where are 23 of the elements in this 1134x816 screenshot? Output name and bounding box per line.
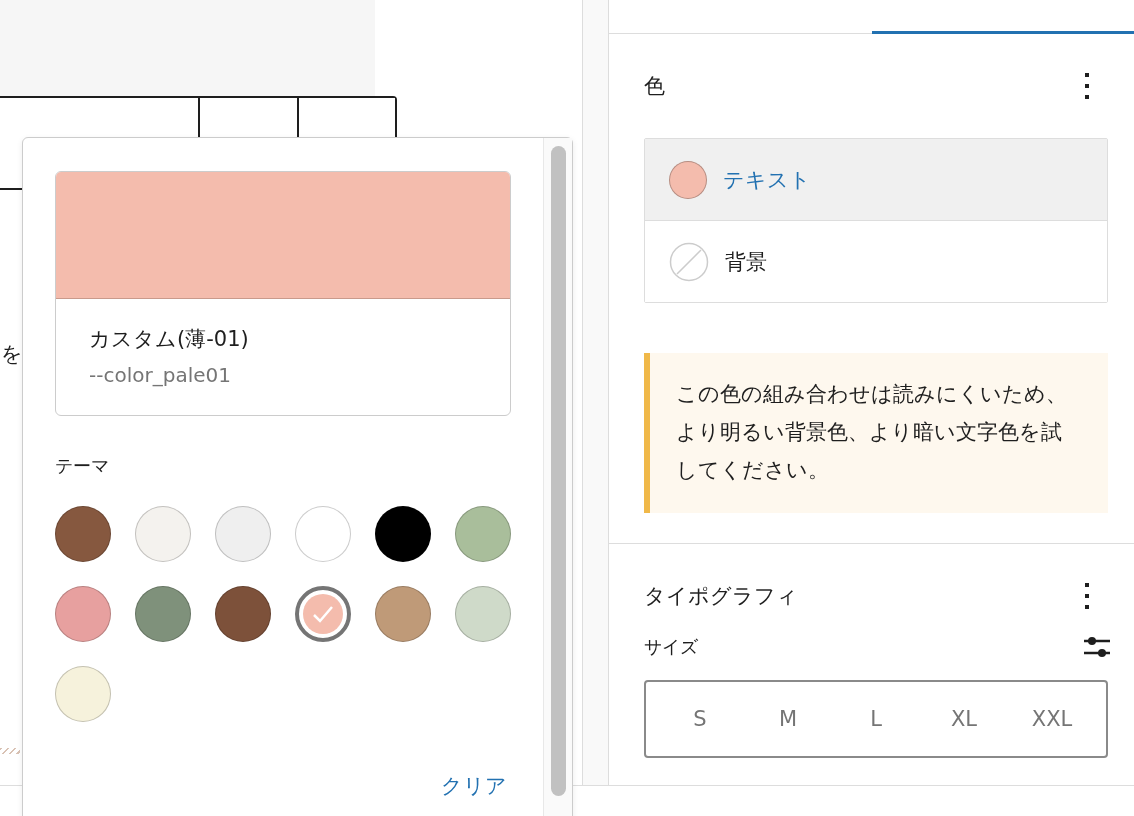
- scrollbar-thumb[interactable]: [550, 146, 566, 796]
- font-size-option[interactable]: XXL: [1008, 682, 1096, 756]
- more-options-icon[interactable]: [1084, 72, 1090, 100]
- color-setting-label: テキスト: [723, 166, 811, 194]
- color-setting-label: 背景: [725, 248, 767, 276]
- content-text: を: [1, 341, 23, 368]
- color-swatch[interactable]: [295, 586, 351, 642]
- panel-title: 色: [644, 73, 665, 100]
- size-label: サイズ: [644, 635, 698, 659]
- font-size-option[interactable]: S: [656, 682, 744, 756]
- sliders-icon[interactable]: [1082, 634, 1112, 660]
- panel-title: タイポグラフィ: [644, 583, 798, 610]
- color-setting-item[interactable]: テキスト: [645, 139, 1107, 221]
- font-size-option[interactable]: M: [744, 682, 832, 756]
- more-options-icon[interactable]: [1084, 582, 1090, 610]
- contrast-warning: この色の組み合わせは読みにくいため、より明るい背景色、より暗い文字色を試してください。: [644, 353, 1108, 513]
- color-variable: --color_pale01: [89, 363, 232, 387]
- font-size-option[interactable]: XL: [920, 682, 1008, 756]
- clear-button[interactable]: クリア: [441, 772, 507, 800]
- palette-label: テーマ: [55, 454, 110, 478]
- font-size-option[interactable]: L: [832, 682, 920, 756]
- color-name: カスタム(薄-01): [89, 326, 250, 353]
- no-color-icon: [669, 241, 709, 282]
